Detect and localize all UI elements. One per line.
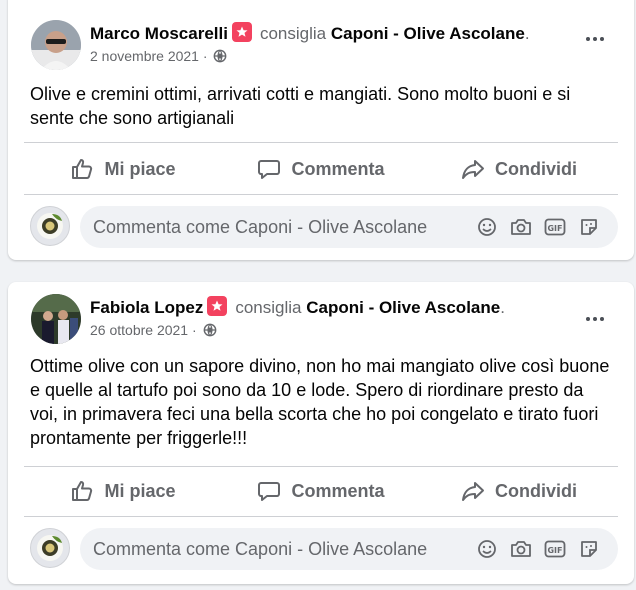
post-header: Marco Moscarelli consiglia Caponi - Olive… xyxy=(28,18,618,74)
comment-input[interactable]: Commenta come Caponi - Olive Ascolane GI… xyxy=(80,528,618,570)
post-card-2: Fabiola Lopez consiglia Caponi - Olive As… xyxy=(8,282,634,584)
post-date[interactable]: 26 ottobre 2021 xyxy=(90,322,188,338)
comment-button[interactable]: Commenta xyxy=(222,147,420,191)
title-period: . xyxy=(500,298,505,317)
comment-input[interactable]: Commenta come Caponi - Olive Ascolane GI… xyxy=(80,206,618,248)
share-arrow-icon xyxy=(461,157,485,181)
share-button[interactable]: Condividi xyxy=(420,469,618,513)
page-avatar[interactable] xyxy=(30,206,70,246)
share-button[interactable]: Condividi xyxy=(420,147,618,191)
globe-icon xyxy=(213,49,227,66)
post-title-line: Marco Moscarelli consiglia Caponi - Olive… xyxy=(90,22,530,44)
post-card-1: Marco Moscarelli consiglia Caponi - Olive… xyxy=(8,0,634,260)
title-period: . xyxy=(524,24,530,43)
speech-bubble-icon xyxy=(257,479,281,503)
like-label: Mi piace xyxy=(104,158,176,179)
post-actions: Mi piace Commenta Condividi xyxy=(24,469,618,513)
post-title-line: Fabiola Lopez consiglia Caponi - Olive As… xyxy=(90,296,505,318)
svg-text:GIF: GIF xyxy=(547,546,562,555)
page-name[interactable]: Caponi - Olive Ascolane xyxy=(306,298,500,317)
camera-icon[interactable] xyxy=(510,216,532,238)
date-separator: · xyxy=(191,322,197,338)
more-options-icon[interactable] xyxy=(582,26,608,52)
more-options-icon[interactable] xyxy=(582,306,608,332)
author-name[interactable]: Fabiola Lopez xyxy=(90,298,203,317)
thumbs-up-icon xyxy=(70,479,94,503)
author-avatar[interactable] xyxy=(31,294,81,344)
divider xyxy=(24,466,618,467)
gif-icon[interactable]: GIF xyxy=(544,538,566,560)
comment-button[interactable]: Commenta xyxy=(222,469,420,513)
comment-label: Commenta xyxy=(291,480,385,501)
author-name[interactable]: Marco Moscarelli xyxy=(90,24,228,43)
svg-text:GIF: GIF xyxy=(547,224,562,233)
sticker-icon[interactable] xyxy=(578,538,600,560)
post-text: Ottime olive con un sapore divino, non h… xyxy=(30,356,610,448)
recommend-verb: consiglia xyxy=(235,298,302,317)
author-avatar[interactable] xyxy=(31,20,81,70)
smiley-icon[interactable] xyxy=(476,538,498,560)
thumbs-up-icon xyxy=(70,157,94,181)
gif-icon[interactable]: GIF xyxy=(544,216,566,238)
comment-label: Commenta xyxy=(291,158,385,179)
post-text: Olive e cremini ottimi, arrivati cotti e… xyxy=(30,84,571,128)
comment-tools: GIF xyxy=(476,538,600,560)
recommend-badge-icon xyxy=(207,296,228,316)
recommend-verb: consiglia xyxy=(259,24,327,43)
like-label: Mi piace xyxy=(104,480,176,501)
comment-placeholder: Commenta come Caponi - Olive Ascolane xyxy=(93,538,428,559)
divider xyxy=(24,142,618,143)
recommend-badge-icon xyxy=(231,22,252,42)
smiley-icon[interactable] xyxy=(476,216,498,238)
comment-placeholder: Commenta come Caponi - Olive Ascolane xyxy=(93,216,428,237)
globe-icon xyxy=(203,323,217,340)
post-header: Fabiola Lopez consiglia Caponi - Olive As… xyxy=(28,292,618,348)
like-button[interactable]: Mi piace xyxy=(24,469,222,513)
divider xyxy=(24,516,618,517)
post-actions: Mi piace Commenta Condividi xyxy=(24,147,618,191)
like-button[interactable]: Mi piace xyxy=(24,147,222,191)
page-name[interactable]: Caponi - Olive Ascolane xyxy=(331,24,525,43)
date-separator: · xyxy=(202,48,208,64)
comment-composer: Commenta come Caponi - Olive Ascolane GI… xyxy=(30,528,618,570)
comment-tools: GIF xyxy=(476,216,600,238)
comment-composer: Commenta come Caponi - Olive Ascolane GI… xyxy=(30,206,618,248)
share-arrow-icon xyxy=(461,479,485,503)
share-label: Condividi xyxy=(495,480,577,501)
camera-icon[interactable] xyxy=(510,538,532,560)
post-date-line: 2 novembre 2021 · xyxy=(90,48,227,66)
post-date[interactable]: 2 novembre 2021 xyxy=(90,48,199,64)
speech-bubble-icon xyxy=(257,157,281,181)
share-label: Condividi xyxy=(495,158,577,179)
divider xyxy=(24,194,618,195)
post-date-line: 26 ottobre 2021 · xyxy=(90,322,217,340)
sticker-icon[interactable] xyxy=(578,216,600,238)
page-avatar[interactable] xyxy=(30,528,70,568)
